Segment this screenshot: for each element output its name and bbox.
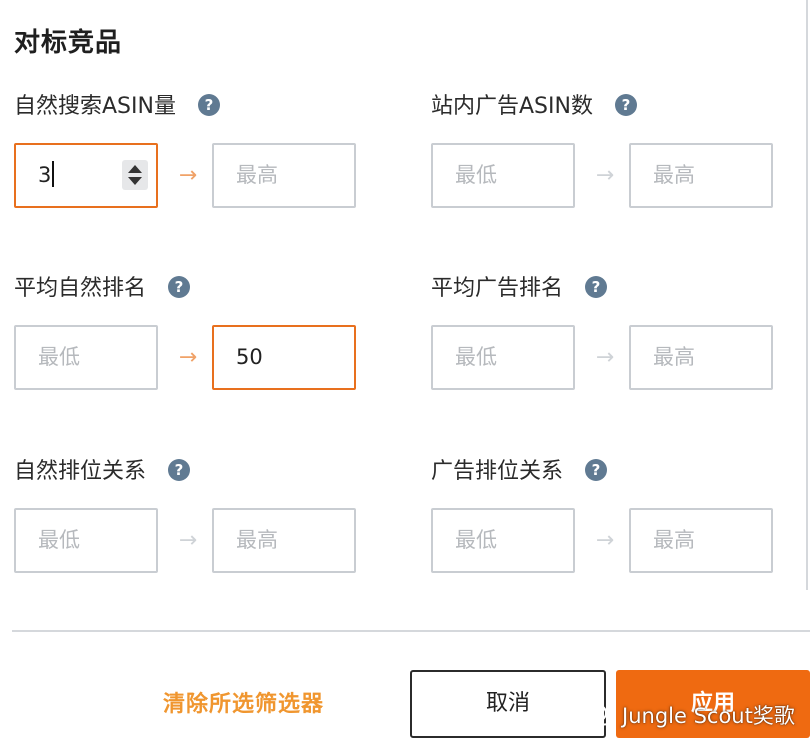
filter-organic-rank-relation: 自然排位关系? 最低 → 最高 bbox=[14, 455, 374, 573]
filter-label: 自然排位关系 bbox=[14, 459, 147, 484]
range-arrow-icon: → bbox=[178, 345, 198, 370]
help-icon[interactable]: ? bbox=[585, 459, 608, 481]
max-input-placeholder: 最高 bbox=[653, 345, 695, 369]
wechat-icon bbox=[583, 703, 614, 726]
max-input-placeholder: 最高 bbox=[236, 163, 278, 187]
min-input[interactable]: 3 bbox=[14, 143, 158, 208]
text-caret bbox=[52, 161, 55, 187]
max-input[interactable]: 最高 bbox=[629, 325, 773, 390]
filter-label-container: 平均自然排名? bbox=[14, 272, 191, 306]
min-input[interactable]: 最低 bbox=[431, 143, 575, 208]
max-input-value: 50 bbox=[236, 345, 263, 369]
filter-label: 广告排位关系 bbox=[431, 459, 564, 484]
filter-label-container: 自然排位关系? bbox=[14, 455, 191, 489]
range-arrow-icon: → bbox=[595, 528, 615, 553]
filter-avg-sponsored-rank: 平均广告排名? 最低 → 最高 bbox=[431, 272, 791, 390]
filter-organic-search-asin-count: 自然搜索ASIN量? 3 → 最高 bbox=[14, 90, 374, 208]
max-input[interactable]: 最高 bbox=[629, 143, 773, 208]
section-title: 对标竞品 bbox=[14, 28, 123, 58]
filter-label: 自然搜索ASIN量 bbox=[14, 94, 176, 119]
min-input[interactable]: 最低 bbox=[14, 325, 158, 390]
filter-label-container: 广告排位关系? bbox=[431, 455, 608, 489]
max-input-placeholder: 最高 bbox=[653, 528, 695, 552]
max-input[interactable]: 最高 bbox=[212, 143, 356, 208]
filter-label-container: 平均广告排名? bbox=[431, 272, 608, 306]
min-input-value: 3 bbox=[38, 163, 52, 187]
filter-label-container: 自然搜索ASIN量? bbox=[14, 90, 220, 124]
filter-avg-organic-rank: 平均自然排名? 最低 → 50 bbox=[14, 272, 374, 390]
help-icon[interactable]: ? bbox=[614, 94, 637, 116]
cancel-button[interactable]: 取消 bbox=[410, 670, 606, 738]
help-icon[interactable]: ? bbox=[168, 276, 191, 298]
filter-label: 平均自然排名 bbox=[14, 276, 147, 301]
max-input-placeholder: 最高 bbox=[653, 163, 695, 187]
watermark-text: Jungle Scout奖歌 bbox=[622, 704, 795, 728]
range-arrow-icon: → bbox=[178, 163, 198, 188]
min-input-placeholder: 最低 bbox=[455, 163, 497, 187]
min-input-placeholder: 最低 bbox=[38, 528, 80, 552]
footer-divider bbox=[12, 630, 810, 632]
filter-label: 平均广告排名 bbox=[431, 276, 564, 301]
clear-filters-link[interactable]: 清除所选筛选器 bbox=[163, 686, 324, 718]
number-stepper[interactable] bbox=[122, 160, 148, 190]
max-input[interactable]: 50 bbox=[212, 325, 356, 390]
filter-label-container: 站内广告ASIN数? bbox=[431, 90, 637, 124]
min-input[interactable]: 最低 bbox=[14, 508, 158, 573]
scroll-panel-edge bbox=[806, 0, 808, 590]
range-arrow-icon: → bbox=[595, 345, 615, 370]
min-input-placeholder: 最低 bbox=[455, 345, 497, 369]
max-input[interactable]: 最高 bbox=[629, 508, 773, 573]
help-icon[interactable]: ? bbox=[168, 459, 191, 481]
max-input[interactable]: 最高 bbox=[212, 508, 356, 573]
stepper-down-icon[interactable] bbox=[128, 177, 142, 185]
min-input[interactable]: 最低 bbox=[431, 508, 575, 573]
help-icon[interactable]: ? bbox=[197, 94, 220, 116]
filter-sponsored-rank-relation: 广告排位关系? 最低 → 最高 bbox=[431, 455, 791, 573]
watermark: Jungle Scout奖歌 bbox=[582, 698, 795, 732]
filter-sponsored-asin-count: 站内广告ASIN数? 最低 → 最高 bbox=[431, 90, 791, 208]
help-icon[interactable]: ? bbox=[585, 276, 608, 298]
min-input-placeholder: 最低 bbox=[455, 528, 497, 552]
range-arrow-icon: → bbox=[178, 528, 198, 553]
stepper-up-icon[interactable] bbox=[128, 165, 142, 173]
filter-label: 站内广告ASIN数 bbox=[431, 94, 593, 119]
min-input-placeholder: 最低 bbox=[38, 345, 80, 369]
range-arrow-icon: → bbox=[595, 163, 615, 188]
max-input-placeholder: 最高 bbox=[236, 528, 278, 552]
min-input[interactable]: 最低 bbox=[431, 325, 575, 390]
